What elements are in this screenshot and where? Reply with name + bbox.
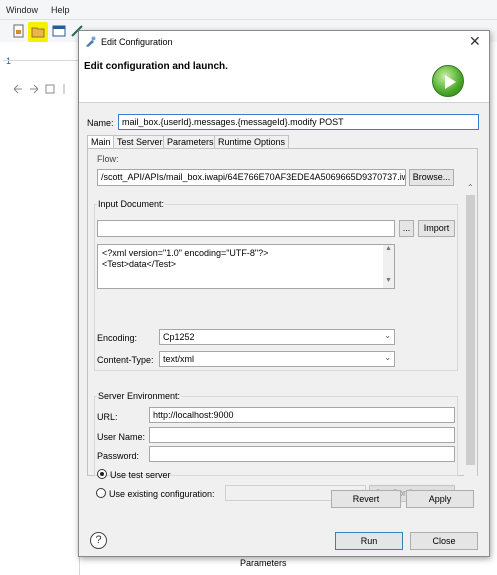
input-document-label: Input Document: [97, 199, 166, 209]
dialog-title: Edit Configuration [101, 37, 173, 47]
username-field[interactable] [149, 427, 455, 443]
chevron-down-icon: ⌄ [384, 331, 391, 340]
content-scrollbar[interactable]: ▲ ▼ [383, 245, 394, 288]
nav-arrows-icon[interactable] [12, 83, 72, 95]
encoding-value: Cp1252 [163, 332, 195, 342]
dialog-app-icon [86, 36, 96, 47]
dialog-header: Edit configuration and launch. [79, 53, 489, 103]
input-document-content[interactable]: <?xml version="1.0" encoding="UTF-8"?> <T… [97, 244, 395, 289]
run-launch-icon [432, 65, 464, 97]
use-test-server-radio[interactable] [97, 469, 107, 479]
import-button[interactable]: Import [418, 220, 455, 237]
tab-test-server[interactable]: Test Server [113, 135, 167, 148]
edit-configuration-dialog: Edit Configuration ✕ Edit configuration … [78, 30, 490, 557]
password-field[interactable] [149, 446, 455, 462]
server-environment-label: Server Environment: [97, 391, 182, 401]
name-label: Name: [87, 118, 114, 128]
bottom-parameters-label: Parameters [240, 558, 287, 568]
name-field[interactable]: mail_box.{userId}.messages.{messageId}.m… [118, 114, 479, 130]
flow-label: Flow: [97, 154, 119, 164]
url-field[interactable]: http://localhost:9000 [149, 407, 455, 423]
left-divider [3, 60, 78, 61]
left-marker: 1 [6, 56, 12, 66]
url-label: URL: [97, 412, 118, 422]
panel-scrollbar[interactable]: ⌃ [464, 181, 477, 477]
menu-window[interactable]: Window [6, 5, 38, 15]
scroll-up-icon[interactable]: ⌃ [467, 183, 474, 192]
encoding-label: Encoding: [97, 333, 138, 343]
dialog-titlebar: Edit Configuration ✕ [79, 31, 489, 53]
xml-line-2: <Test>data</Test> [102, 259, 177, 269]
apply-button[interactable]: Apply [406, 490, 474, 508]
tab-parameters[interactable]: Parameters [163, 135, 218, 148]
use-existing-config-radio[interactable] [96, 488, 106, 498]
use-existing-config-label[interactable]: Use existing configuration: [109, 489, 215, 499]
folder-icon[interactable] [31, 24, 45, 38]
new-file-icon[interactable] [12, 24, 26, 38]
help-icon[interactable]: ? [90, 532, 107, 549]
browse-button[interactable]: Browse... [409, 169, 454, 186]
input-document-path-field[interactable] [97, 220, 395, 237]
revert-button[interactable]: Revert [331, 490, 401, 508]
content-type-select[interactable]: text/xml ⌄ [159, 351, 395, 367]
scrollbar-thumb[interactable] [466, 195, 475, 465]
window-icon[interactable] [52, 24, 66, 38]
xml-line-1: <?xml version="1.0" encoding="UTF-8"?> [102, 248, 269, 258]
content-type-label: Content-Type: [97, 355, 154, 365]
left-pane: 1 [0, 42, 80, 575]
tab-runtime-options[interactable]: Runtime Options [214, 135, 290, 148]
password-label: Password: [97, 451, 140, 461]
dialog-header-text: Edit configuration and launch. [84, 61, 228, 72]
use-test-server-label[interactable]: Use test server [110, 470, 171, 480]
content-type-value: text/xml [163, 354, 195, 364]
flow-path-field[interactable]: /scott_API/APIs/mail_box.iwapi/64E766E70… [97, 169, 406, 186]
menubar: Window Help [0, 0, 497, 20]
close-button[interactable]: Close [410, 532, 478, 550]
encoding-select[interactable]: Cp1252 ⌄ [159, 329, 395, 345]
chevron-down-icon: ⌄ [384, 353, 391, 362]
close-icon[interactable]: ✕ [469, 33, 481, 50]
tab-main[interactable]: Main [87, 135, 115, 149]
menu-help[interactable]: Help [51, 5, 70, 15]
username-label: User Name: [97, 432, 146, 442]
run-button[interactable]: Run [335, 532, 403, 550]
main-tab-panel: Flow: /scott_API/APIs/mail_box.iwapi/64E… [87, 148, 478, 480]
browse-dots-button[interactable]: ... [399, 220, 414, 237]
